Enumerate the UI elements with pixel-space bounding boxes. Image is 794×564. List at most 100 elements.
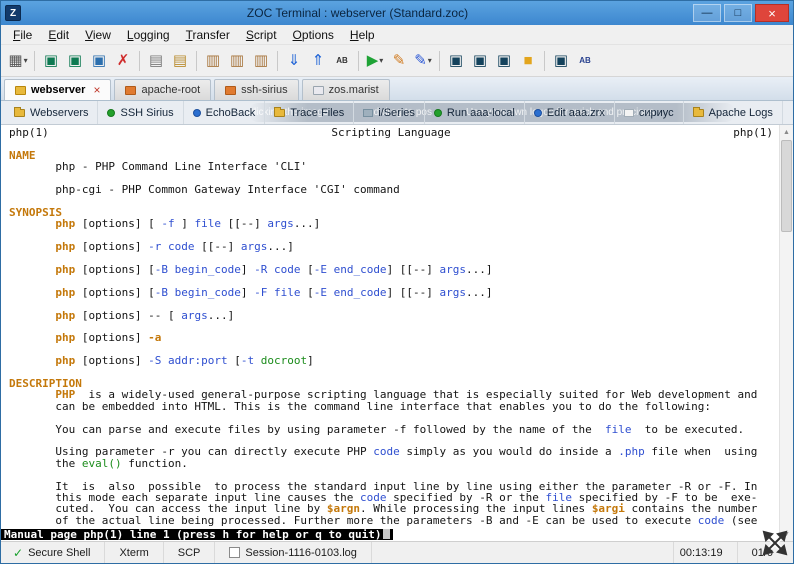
- folder-icon: [693, 109, 704, 117]
- paste-icon[interactable]: ▤: [168, 49, 192, 73]
- log-file-label: Session-1116-0103.log: [245, 547, 357, 559]
- send-file-icon[interactable]: ⇑: [306, 49, 330, 73]
- quick-connect-icon-glyph: ▣: [68, 53, 82, 68]
- save-session-icon[interactable]: ▣: [87, 49, 111, 73]
- menu-item-script[interactable]: Script: [238, 26, 285, 44]
- quickbar-item-echoback[interactable]: EchoBack: [184, 101, 266, 124]
- quickbar-label: Webservers: [30, 107, 88, 119]
- minimize-button[interactable]: —: [693, 4, 721, 22]
- tab-ssh-sirius[interactable]: ssh-sirius: [214, 79, 298, 100]
- terminal-line: You can parse and execute files by using…: [9, 424, 779, 435]
- tab-close-icon[interactable]: ×: [93, 83, 100, 97]
- menu-item-transfer[interactable]: Transfer: [178, 26, 238, 44]
- tab-apache-root[interactable]: apache-root: [114, 79, 211, 100]
- edit-script-icon[interactable]: ✎: [387, 49, 411, 73]
- address-book-icon[interactable]: ▣: [39, 49, 63, 73]
- titlebar[interactable]: Z ZOC Terminal : webserver (Standard.zoc…: [1, 1, 793, 25]
- menu-bar: FileEditViewLoggingTransferScriptOptions…: [1, 25, 793, 45]
- quickbar-item-ssh-sirius[interactable]: SSH Sirius: [98, 101, 183, 124]
- send-file-icon-glyph: ⇑: [312, 53, 325, 68]
- quickbar-label: Trace Files: [290, 107, 344, 119]
- blue-icon: [193, 109, 201, 117]
- host-directory-icon[interactable]: ▣: [444, 49, 468, 73]
- tab-bar: webserver×apache-rootssh-siriuszos.maris…: [1, 77, 793, 101]
- menu-item-options[interactable]: Options: [285, 26, 342, 44]
- terminal-settings-icon-glyph: ▣: [473, 53, 487, 68]
- terminal-line: [9, 195, 779, 206]
- quickbar-item-webservers[interactable]: Webservers: [5, 101, 98, 124]
- toolbar-separator: [358, 51, 359, 71]
- terminal-screen[interactable]: php(1) Scripting Language php(1) NAME ph…: [1, 125, 779, 541]
- clipboard-paste-icon-glyph: ▥: [230, 53, 244, 68]
- copy-icon[interactable]: ▤: [144, 49, 168, 73]
- char-translation-icon[interactable]: AB: [573, 49, 597, 73]
- menu-item-help[interactable]: Help: [342, 26, 383, 44]
- session-icon: [313, 86, 324, 95]
- quick-connect-icon[interactable]: ▣: [63, 49, 87, 73]
- quickbar-item-run-aaa-local[interactable]: Run aaa-local: [425, 101, 525, 124]
- session-icon: [15, 86, 26, 95]
- folder-icon: [274, 109, 285, 117]
- terminal-area: php(1) Scripting Language php(1) NAME ph…: [1, 125, 793, 541]
- menu-item-file[interactable]: File: [5, 26, 40, 44]
- clipboard-copy-icon-glyph: ▥: [206, 53, 220, 68]
- toolbar: ▦▾▣▣▣✗▤▤▥▥▥⇓⇑AB▶▾✎✎▾▣▣▣■▣AB: [1, 45, 793, 77]
- manpage-header-right: php(1): [733, 127, 773, 138]
- address-book-icon-glyph: ▣: [44, 53, 58, 68]
- clipboard-print-icon[interactable]: ▥: [249, 49, 273, 73]
- open-folder-icon-glyph: ■: [523, 53, 532, 68]
- session-log-icon[interactable]: ▣: [492, 49, 516, 73]
- copy-icon-glyph: ▤: [149, 53, 163, 68]
- edit-script-icon-glyph: ✎: [393, 53, 406, 68]
- delete-log-icon-glyph: ✗: [117, 53, 130, 68]
- ascii-transfer-icon[interactable]: AB: [330, 49, 354, 73]
- keyboard-map-icon[interactable]: ▦▾: [6, 49, 30, 73]
- session-time: 00:13:19: [673, 542, 737, 563]
- quickbar-item-i-series[interactable]: i/Series: [354, 101, 425, 124]
- resize-cursor-icon: [759, 527, 791, 559]
- remote-shell-icon-glyph: ▣: [554, 53, 568, 68]
- scrollbar-thumb[interactable]: [781, 140, 792, 232]
- scroll-up-icon[interactable]: ▲: [780, 125, 793, 139]
- terminal-line: php [options] [ -f ] file [[--] args...]: [9, 218, 779, 229]
- light-icon: [624, 109, 634, 117]
- quickbar-item-apache-logs[interactable]: Apache Logs: [684, 101, 783, 124]
- delete-log-icon[interactable]: ✗: [111, 49, 135, 73]
- terminal-line: php [options] -S addr:port [-t docroot]: [9, 355, 779, 366]
- emulation-status: Xterm: [105, 542, 163, 563]
- remote-shell-icon[interactable]: ▣: [549, 49, 573, 73]
- log-status: Session-1116-0103.log: [215, 542, 372, 563]
- menu-item-logging[interactable]: Logging: [119, 26, 178, 44]
- dropdown-arrow-icon: ▾: [428, 56, 432, 65]
- rexx-tools-icon[interactable]: ✎▾: [411, 49, 435, 73]
- clipboard-copy-icon[interactable]: ▥: [201, 49, 225, 73]
- menu-item-edit[interactable]: Edit: [40, 26, 77, 44]
- open-folder-icon[interactable]: ■: [516, 49, 540, 73]
- manpage-header-center: Scripting Language: [331, 127, 450, 138]
- terminal-lines: NAME php - PHP Command Line Interface 'C…: [9, 138, 779, 526]
- quickbar-item-edit-aaa-zrx[interactable]: Edit aaa.zrx: [525, 101, 615, 124]
- log-checkbox[interactable]: [229, 547, 240, 558]
- clipboard-paste-icon[interactable]: ▥: [225, 49, 249, 73]
- session-log-icon-glyph: ▣: [497, 53, 511, 68]
- toolbar-separator: [439, 51, 440, 71]
- tab-webserver[interactable]: webserver×: [4, 79, 111, 100]
- scrollbar[interactable]: ▲ ▼: [779, 125, 793, 541]
- protocol-label: SCP: [178, 547, 201, 559]
- toolbar-separator: [139, 51, 140, 71]
- green-icon: [107, 109, 115, 117]
- toolbar-separator: [544, 51, 545, 71]
- maximize-button[interactable]: □: [724, 4, 752, 22]
- quickbar-item-trace-files[interactable]: Trace Files: [265, 101, 354, 124]
- close-button[interactable]: ×: [755, 4, 789, 22]
- run-script-icon[interactable]: ▶▾: [363, 49, 387, 73]
- keyboard-map-icon-glyph: ▦: [8, 53, 22, 68]
- session-icon: [225, 86, 236, 95]
- quickbar-item-сириус[interactable]: сириус: [615, 101, 684, 124]
- receive-file-icon[interactable]: ⇓: [282, 49, 306, 73]
- quickbar-label: Edit aaa.zrx: [547, 107, 605, 119]
- quickbar-label: сириус: [639, 107, 674, 119]
- tab-zos-marist[interactable]: zos.marist: [302, 79, 390, 100]
- terminal-settings-icon[interactable]: ▣: [468, 49, 492, 73]
- menu-item-view[interactable]: View: [77, 26, 119, 44]
